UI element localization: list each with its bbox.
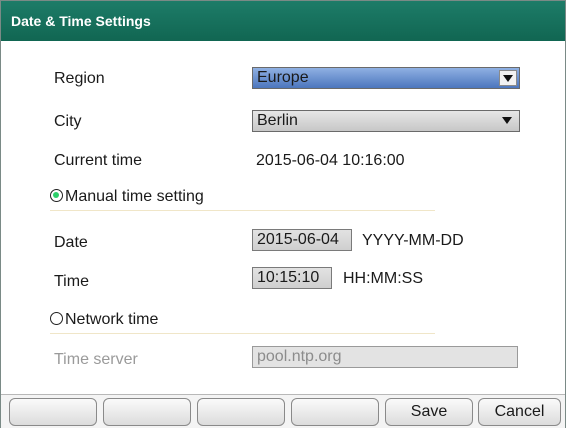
- cancel-button[interactable]: Cancel: [478, 398, 561, 426]
- date-field[interactable]: 2015-06-04: [252, 229, 352, 251]
- radio-unchecked-icon: [50, 312, 63, 325]
- manual-time-radio[interactable]: Manual time setting: [50, 187, 204, 207]
- region-value: Europe: [257, 69, 309, 86]
- softkey-4-button[interactable]: [291, 398, 379, 426]
- date-label: Date: [54, 234, 88, 251]
- region-dropdown[interactable]: Europe: [252, 67, 520, 89]
- time-server-label: Time server: [54, 351, 138, 368]
- button-bar: Save Cancel: [1, 394, 565, 428]
- date-format-hint: YYYY-MM-DD: [362, 232, 464, 249]
- time-server-field[interactable]: pool.ntp.org: [252, 346, 518, 368]
- chevron-down-icon[interactable]: [499, 70, 517, 86]
- save-button[interactable]: Save: [385, 398, 473, 426]
- current-time-value: 2015-06-04 10:16:00: [256, 152, 405, 169]
- network-time-label: Network time: [65, 311, 159, 328]
- time-label: Time: [54, 273, 89, 290]
- city-value: Berlin: [257, 112, 298, 129]
- softkey-2-button[interactable]: [103, 398, 191, 426]
- softkey-1-button[interactable]: [9, 398, 97, 426]
- divider: [50, 333, 435, 334]
- window-title: Date & Time Settings: [1, 1, 565, 41]
- softkey-3-button[interactable]: [197, 398, 285, 426]
- chevron-down-icon[interactable]: [499, 113, 517, 129]
- city-label: City: [54, 113, 82, 130]
- city-dropdown[interactable]: Berlin: [252, 110, 520, 132]
- network-time-radio[interactable]: Network time: [50, 310, 158, 330]
- region-label: Region: [54, 70, 105, 87]
- time-field[interactable]: 10:15:10: [252, 267, 332, 289]
- radio-checked-icon: [50, 189, 63, 202]
- divider: [50, 210, 435, 211]
- manual-time-label: Manual time setting: [65, 188, 204, 205]
- time-format-hint: HH:MM:SS: [343, 270, 423, 287]
- current-time-label: Current time: [54, 152, 143, 169]
